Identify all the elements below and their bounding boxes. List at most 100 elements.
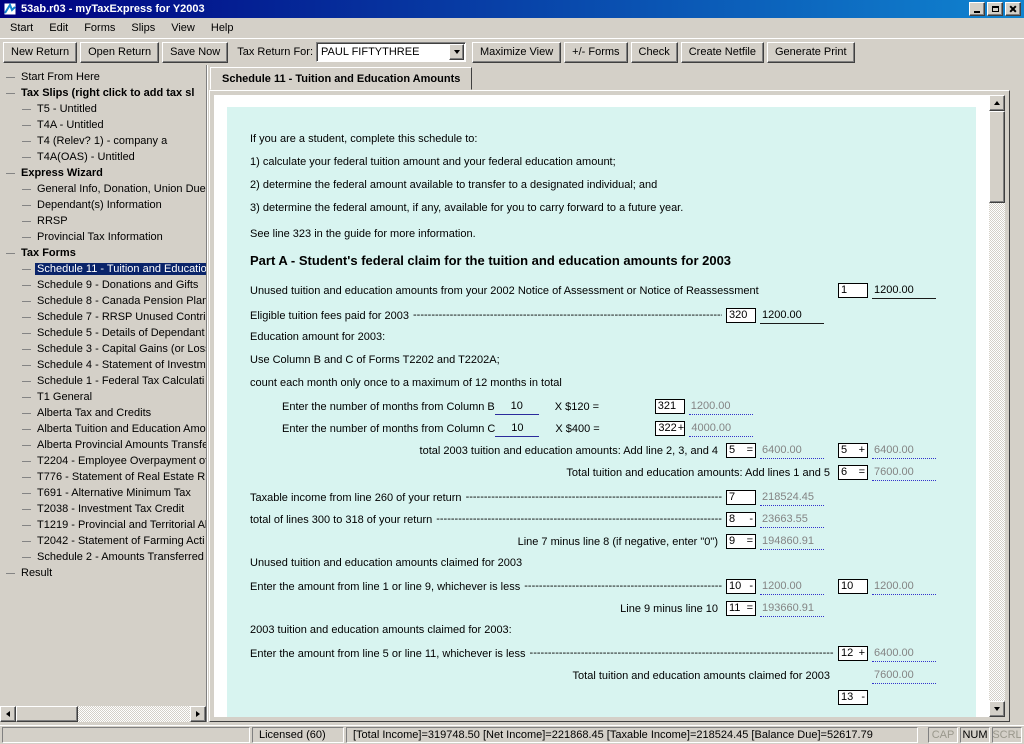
scroll-right-button[interactable]: [190, 706, 206, 722]
tree-item[interactable]: T2038 - Investment Tax Credit: [0, 501, 206, 517]
tree-item[interactable]: T2204 - Employee Overpayment of: [0, 453, 206, 469]
tree-item[interactable]: T2042 - Statement of Farming Acti: [0, 533, 206, 549]
scroll-up-button[interactable]: [989, 95, 1005, 111]
tree-item[interactable]: T1219 - Provincial and Territorial Al: [0, 517, 206, 533]
menu-forms[interactable]: Forms: [76, 20, 123, 36]
menu-start[interactable]: Start: [2, 20, 41, 36]
plus-minus-forms-button[interactable]: +/- Forms: [564, 42, 627, 63]
amount-value: 4000.00: [689, 421, 753, 437]
amount-value[interactable]: 1200.00: [760, 308, 824, 324]
close-button[interactable]: [1005, 2, 1021, 16]
tax-return-for-select[interactable]: PAUL FIFTYTHREE: [316, 42, 466, 62]
tree-item[interactable]: Schedule 4 - Statement of Investm: [0, 357, 206, 373]
tree-item[interactable]: RRSP: [0, 213, 206, 229]
create-netfile-button[interactable]: Create Netfile: [681, 42, 764, 63]
sidebar: Start From HereTax Slips (right click to…: [0, 65, 207, 722]
tree-item[interactable]: General Info, Donation, Union Due: [0, 181, 206, 197]
line-number-box[interactable]: 12+: [838, 646, 868, 661]
form-field-row: Total tuition and education amounts clai…: [250, 667, 950, 684]
tree-item[interactable]: Schedule 11 - Tuition and Education: [0, 261, 206, 277]
tree-item[interactable]: T1 General: [0, 389, 206, 405]
tree-horizontal-scrollbar[interactable]: [0, 706, 206, 722]
tree-item[interactable]: T4A - Untitled: [0, 117, 206, 133]
tree-item-label: T2042 - Statement of Farming Acti: [35, 535, 206, 547]
tree-branch-icon: [22, 269, 31, 270]
tree-item[interactable]: T4 (Relev? 1) - company a: [0, 133, 206, 149]
tree-item[interactable]: Alberta Tax and Credits: [0, 405, 206, 421]
line-number-box[interactable]: 10: [838, 579, 868, 594]
months-input[interactable]: 10: [495, 399, 539, 415]
generate-print-button[interactable]: Generate Print: [767, 42, 855, 63]
tree-item[interactable]: Express Wizard: [0, 165, 206, 181]
tree-item[interactable]: T776 - Statement of Real Estate R: [0, 469, 206, 485]
tree-item-label: T2204 - Employee Overpayment of: [35, 455, 206, 467]
combo-dropdown-button[interactable]: [449, 44, 464, 60]
tree-item[interactable]: Schedule 3 - Capital Gains (or Loss: [0, 341, 206, 357]
save-now-button[interactable]: Save Now: [162, 42, 228, 63]
line-number-box[interactable]: 10-: [726, 579, 756, 594]
tree-item[interactable]: Alberta Tuition and Education Amo: [0, 421, 206, 437]
line-number-box[interactable]: 7: [726, 490, 756, 505]
tree-item[interactable]: Schedule 2 - Amounts Transferred: [0, 549, 206, 565]
form-vertical-scrollbar[interactable]: [989, 95, 1005, 717]
tree-item[interactable]: Start From Here: [0, 69, 206, 85]
scroll-down-button[interactable]: [989, 701, 1005, 717]
open-return-button[interactable]: Open Return: [80, 42, 159, 63]
tree-item[interactable]: Schedule 7 - RRSP Unused Contrib: [0, 309, 206, 325]
tree-item[interactable]: T4A(OAS) - Untitled: [0, 149, 206, 165]
tree-item[interactable]: Provincial Tax Information: [0, 229, 206, 245]
form-field-row: Line 7 minus line 8 (if negative, enter …: [250, 533, 950, 550]
tree-branch-icon: [22, 285, 31, 286]
tree-item[interactable]: Tax Slips (right click to add tax sl: [0, 85, 206, 101]
tree-branch-icon: [22, 109, 31, 110]
tree-item[interactable]: Schedule 1 - Federal Tax Calculati: [0, 373, 206, 389]
new-return-button[interactable]: New Return: [3, 42, 77, 63]
line-number-box[interactable]: 5+: [838, 443, 868, 458]
status-empty-panel: [2, 727, 250, 743]
tree-item[interactable]: Dependant(s) Information: [0, 197, 206, 213]
line-number-box[interactable]: 320: [726, 308, 756, 323]
titlebar: 53ab.r03 - myTaxExpress for Y2003: [0, 0, 1024, 18]
maximize-view-button[interactable]: Maximize View: [472, 42, 561, 63]
tree-item[interactable]: Result: [0, 565, 206, 581]
line-number-box[interactable]: 8-: [726, 512, 756, 527]
dashed-leader: [524, 578, 722, 595]
line-number: 1: [841, 284, 847, 297]
tree-item[interactable]: T5 - Untitled: [0, 101, 206, 117]
tree-item-label: Schedule 9 - Donations and Gifts: [35, 279, 200, 291]
tree-branch-icon: [22, 157, 31, 158]
amount-value[interactable]: 1200.00: [872, 283, 936, 299]
tree-item[interactable]: Schedule 8 - Canada Pension Plan (: [0, 293, 206, 309]
line-number-box[interactable]: 1: [838, 283, 868, 298]
scrollbar-track[interactable]: [989, 111, 1005, 701]
tree-item[interactable]: T691 - Alternative Minimum Tax: [0, 485, 206, 501]
tree-item[interactable]: Tax Forms: [0, 245, 206, 261]
scrollbar-track[interactable]: [16, 706, 190, 722]
line-number-box[interactable]: 322+: [655, 421, 685, 436]
tree-item[interactable]: Schedule 9 - Donations and Gifts: [0, 277, 206, 293]
scroll-left-button[interactable]: [0, 706, 16, 722]
tab-schedule-11[interactable]: Schedule 11 - Tuition and Education Amou…: [210, 67, 472, 90]
line-number-box[interactable]: 9=: [726, 534, 756, 549]
amount-value: 194860.91: [760, 534, 824, 550]
line-number-box[interactable]: 5=: [726, 443, 756, 458]
tree-item[interactable]: Alberta Provincial Amounts Transfe: [0, 437, 206, 453]
line-number-box[interactable]: 6=: [838, 465, 868, 480]
check-button[interactable]: Check: [631, 42, 678, 63]
tree-item[interactable]: Schedule 5 - Details of Dependant: [0, 325, 206, 341]
scrollbar-thumb[interactable]: [16, 706, 78, 722]
maximize-button[interactable]: [987, 2, 1003, 16]
line-number-box[interactable]: 11=: [726, 601, 756, 616]
field-label: Total tuition and education amounts: Add…: [250, 467, 838, 479]
scrollbar-thumb[interactable]: [989, 111, 1005, 203]
menu-view[interactable]: View: [163, 20, 203, 36]
months-input[interactable]: 10: [495, 421, 539, 437]
line-number-box[interactable]: 321: [655, 399, 685, 414]
menu-help[interactable]: Help: [203, 20, 242, 36]
line-number-box[interactable]: 13-: [838, 690, 868, 705]
menu-edit[interactable]: Edit: [41, 20, 76, 36]
menu-slips[interactable]: Slips: [123, 20, 163, 36]
line-number: 12: [841, 647, 853, 660]
minimize-button[interactable]: [969, 2, 985, 16]
app-icon: [3, 2, 17, 16]
